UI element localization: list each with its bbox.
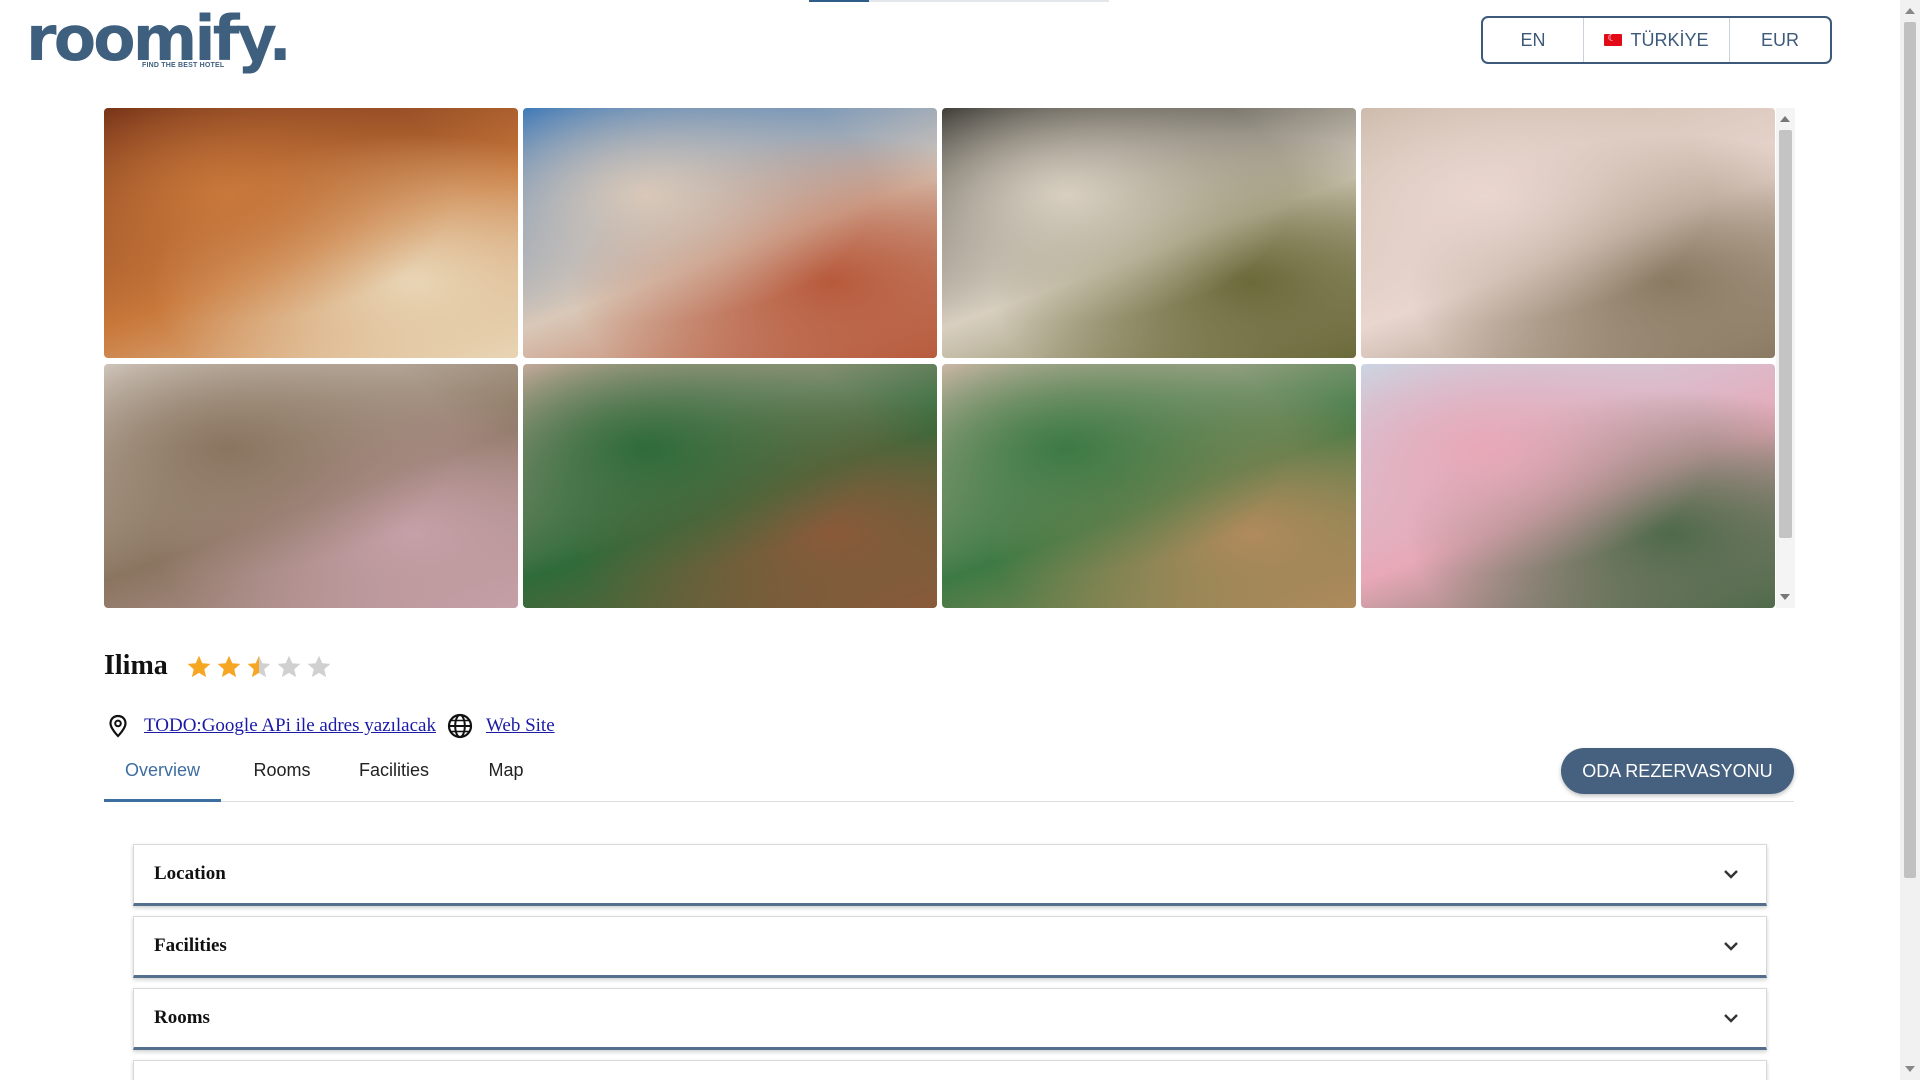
hotel-name: Ilima	[104, 650, 168, 681]
hotel-photo-image	[523, 108, 937, 358]
page-scrollbar[interactable]	[1900, 0, 1920, 1080]
hotel-photo-image	[1361, 364, 1775, 608]
turkey-flag-icon	[1604, 31, 1623, 47]
page-scroll-thumb[interactable]	[1904, 22, 1916, 878]
tab-rooms[interactable]: Rooms	[234, 752, 330, 802]
hotel-photo-image	[104, 364, 518, 608]
hotel-photo[interactable]	[942, 364, 1356, 608]
accordion-rooms[interactable]: Rooms	[133, 988, 1767, 1050]
country-select[interactable]: TÜRKİYE	[1584, 18, 1730, 62]
star-half-icon	[246, 654, 272, 680]
hotel-photo-image	[942, 364, 1356, 608]
hotel-tabs: Overview Rooms Facilities Map	[104, 752, 1794, 802]
gallery-scroll-down-icon[interactable]	[1780, 594, 1790, 600]
logo-tagline: FIND THE BEST HOTEL	[142, 62, 225, 69]
gallery-scroll-up-icon[interactable]	[1780, 116, 1790, 122]
language-label: EN	[1520, 29, 1546, 50]
hotel-photo[interactable]	[104, 108, 518, 358]
page-scroll-down-icon[interactable]	[1905, 1066, 1915, 1072]
hotel-photo-image	[104, 108, 518, 358]
page-scroll-up-icon[interactable]	[1905, 8, 1915, 14]
hotel-photo[interactable]	[942, 108, 1356, 358]
accordion-location-label: Location	[154, 863, 226, 884]
globe-icon	[446, 712, 474, 740]
accordion-rooms-label: Rooms	[154, 1007, 210, 1028]
tab-map[interactable]: Map	[466, 752, 546, 802]
language-select[interactable]: EN	[1483, 18, 1584, 62]
hotel-photo[interactable]	[523, 108, 937, 358]
accordion-facilities[interactable]: Facilities	[133, 916, 1767, 978]
room-reservation-button[interactable]: ODA REZERVASYONU	[1561, 748, 1794, 794]
tab-facilities[interactable]: Facilities	[340, 752, 448, 802]
accordion-location[interactable]: Location	[133, 844, 1767, 906]
hotel-photo[interactable]	[1361, 364, 1775, 608]
chevron-down-icon	[1724, 870, 1738, 879]
gallery-scrollbar[interactable]	[1776, 108, 1795, 608]
chevron-down-icon	[1724, 942, 1738, 951]
location-pin-icon	[104, 712, 132, 740]
hotel-photo[interactable]	[523, 364, 937, 608]
hotel-info-row: TODO:Google APi ile adres yazılacak Web …	[104, 712, 555, 740]
accordion-facilities-label: Facilities	[154, 935, 227, 956]
site-logo[interactable]: roomify. FIND THE BEST HOTEL	[26, 6, 292, 72]
gallery-scroll-thumb[interactable]	[1779, 130, 1792, 538]
accordion-next-section[interactable]	[133, 1060, 1767, 1080]
hotel-photo-image	[942, 108, 1356, 358]
locale-selector: EN TÜRKİYE EUR	[1481, 16, 1832, 64]
country-label: TÜRKİYE	[1630, 29, 1709, 50]
address-link[interactable]: TODO:Google APi ile adres yazılacak	[144, 715, 436, 737]
photo-gallery	[104, 108, 1775, 608]
star-rating	[186, 654, 332, 680]
page-load-progress	[809, 0, 1109, 2]
page-load-progress-fill	[809, 0, 869, 2]
website-link[interactable]: Web Site	[486, 715, 555, 737]
star-empty-icon	[306, 654, 332, 680]
currency-label: EUR	[1760, 29, 1799, 50]
chevron-down-icon	[1724, 1014, 1738, 1023]
hotel-photo-image	[523, 364, 937, 608]
star-full-icon	[216, 654, 242, 680]
star-full-icon	[186, 654, 212, 680]
tab-overview[interactable]: Overview	[104, 752, 221, 802]
hotel-photo[interactable]	[104, 364, 518, 608]
star-empty-icon	[276, 654, 302, 680]
hotel-photo-image	[1361, 108, 1775, 358]
hotel-photo[interactable]	[1361, 108, 1775, 358]
currency-select[interactable]: EUR	[1730, 18, 1830, 62]
